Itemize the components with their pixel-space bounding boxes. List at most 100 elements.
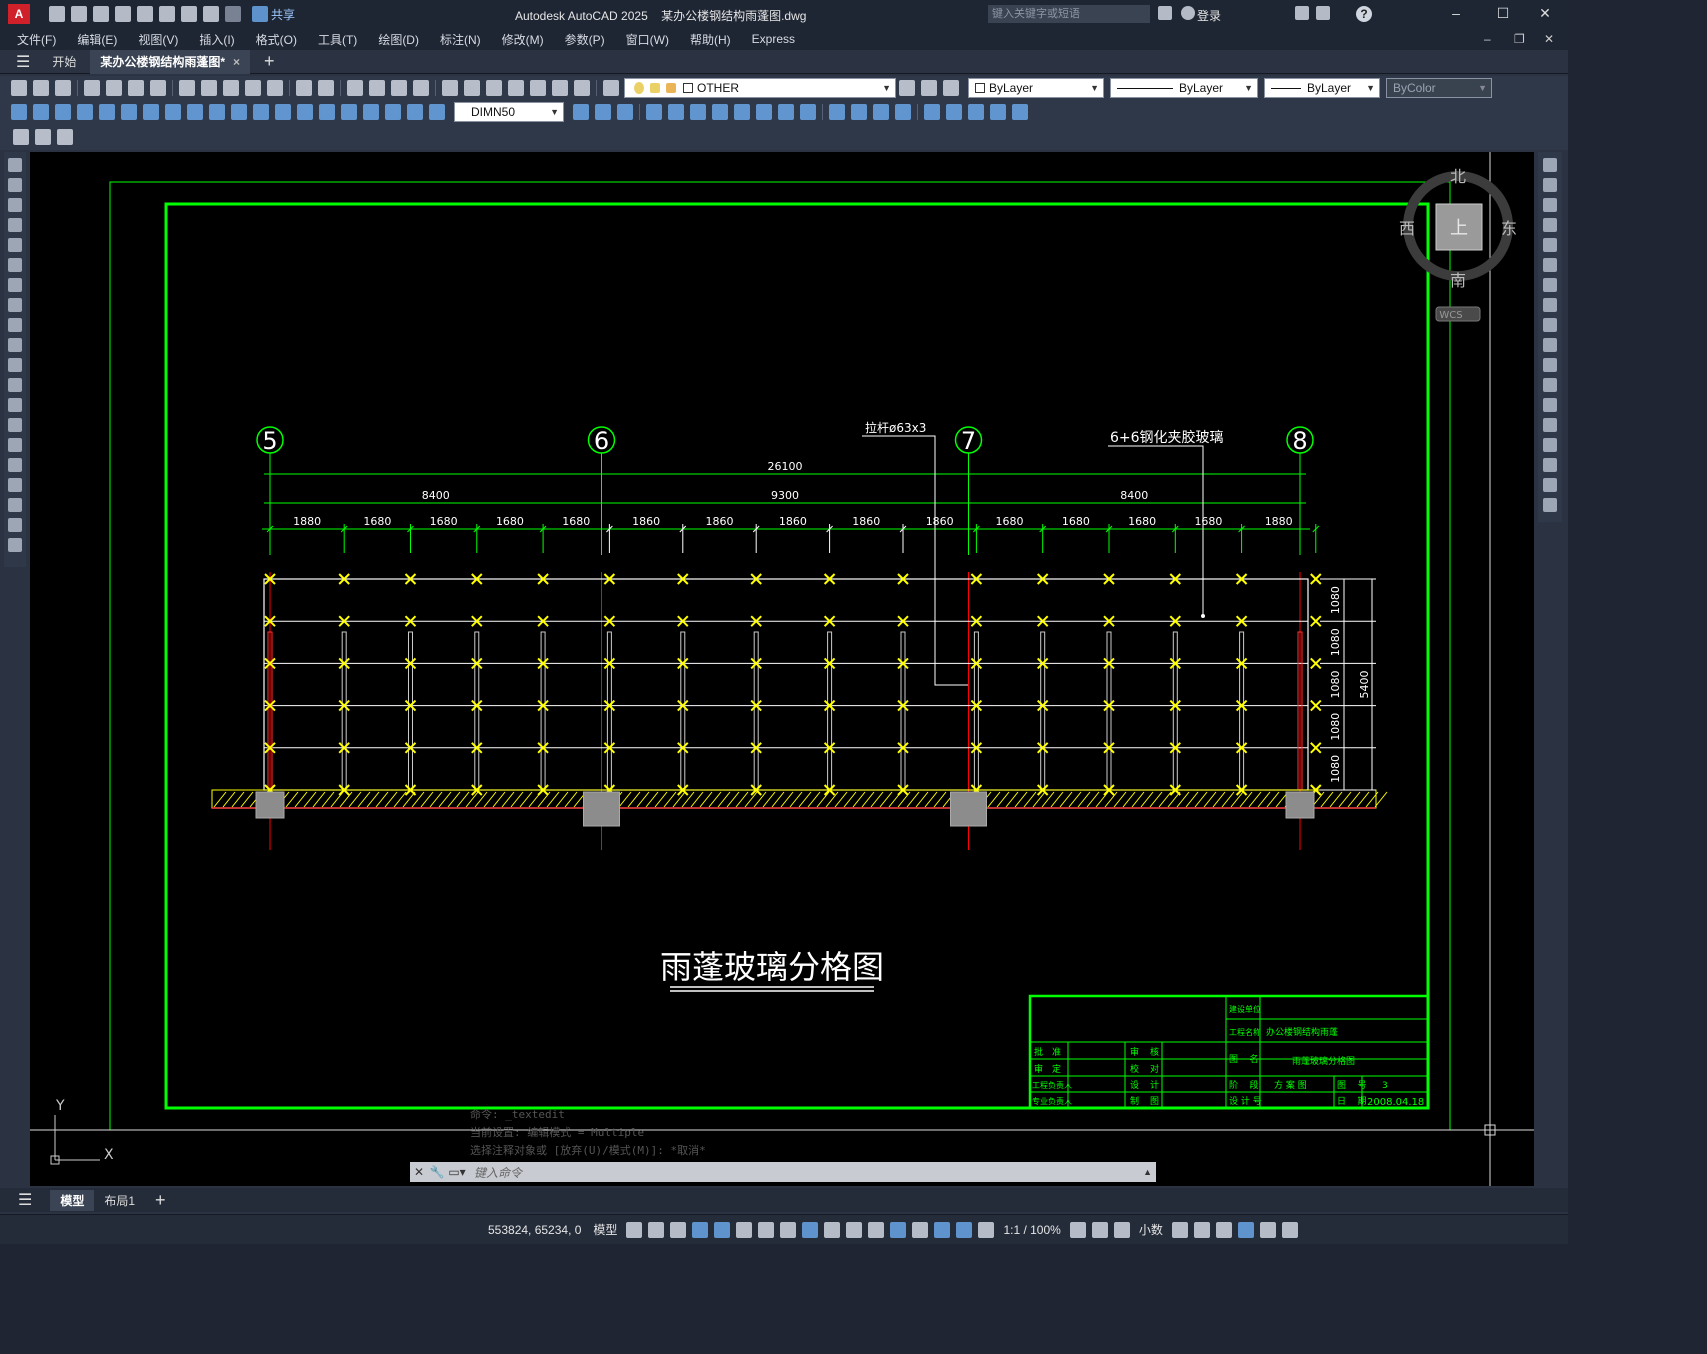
- menu-parametric[interactable]: 参数(P): [565, 31, 605, 48]
- construction-line-icon[interactable]: [8, 178, 22, 192]
- tab-model[interactable]: 模型: [50, 1189, 95, 1211]
- ortho-icon[interactable]: [714, 1221, 731, 1238]
- color-dropdown[interactable]: ByLayer ▼: [968, 78, 1104, 98]
- spline-icon[interactable]: [8, 318, 22, 332]
- plotstyle-dropdown[interactable]: ByColor ▼: [1386, 78, 1492, 98]
- dimstyle-dropdown[interactable]: DIMN50 ▼: [454, 102, 564, 122]
- matchprop-icon[interactable]: [245, 80, 261, 96]
- units-dropdown[interactable]: 小数: [1139, 1221, 1163, 1238]
- circle-icon[interactable]: [8, 278, 22, 292]
- extend-icon[interactable]: [1543, 358, 1557, 372]
- menu-draw[interactable]: 绘图(D): [378, 31, 419, 48]
- save-as-icon[interactable]: [115, 6, 131, 22]
- gradient-icon[interactable]: [8, 458, 22, 472]
- search-icon[interactable]: [1158, 6, 1172, 20]
- dynamic-ucs-icon[interactable]: [912, 1221, 929, 1238]
- trim-icon[interactable]: [1543, 338, 1557, 352]
- infer-constraints-icon[interactable]: [670, 1221, 687, 1238]
- open-icon[interactable]: [71, 6, 87, 22]
- selection-filter-icon[interactable]: [934, 1221, 951, 1238]
- line-icon[interactable]: [8, 158, 22, 172]
- dim-radius-icon[interactable]: [99, 104, 115, 120]
- copy-object-icon[interactable]: [1543, 178, 1557, 192]
- customize-command-icon[interactable]: 🔧: [428, 1165, 446, 1179]
- array-icon[interactable]: [1543, 238, 1557, 252]
- modify-scale-icon[interactable]: [734, 104, 750, 120]
- explode-icon[interactable]: [1543, 498, 1557, 512]
- redo-icon[interactable]: [318, 80, 334, 96]
- close-button[interactable]: ✕: [1522, 5, 1568, 22]
- doc-restore-button[interactable]: ❐: [1514, 32, 1525, 46]
- maximize-button[interactable]: ☐: [1480, 5, 1526, 22]
- close-tab-icon[interactable]: ×: [233, 55, 240, 69]
- menu-tools[interactable]: 工具(T): [318, 31, 357, 48]
- modify-join-icon[interactable]: [851, 104, 867, 120]
- 3dprint-icon[interactable]: [150, 80, 166, 96]
- menu-file[interactable]: 文件(F): [17, 31, 56, 48]
- grid-icon[interactable]: [626, 1221, 643, 1238]
- command-history-toggle-icon[interactable]: ▲: [1143, 1167, 1152, 1177]
- modify-fillet-icon[interactable]: [895, 104, 911, 120]
- 3d-osnap-icon[interactable]: [890, 1221, 907, 1238]
- dim-linear-icon[interactable]: [11, 104, 27, 120]
- modify-extend-icon[interactable]: [800, 104, 816, 120]
- layer-state-icon[interactable]: [943, 80, 959, 96]
- doc-minimize-button[interactable]: –: [1484, 32, 1491, 46]
- workspace-gear-icon[interactable]: [1069, 1221, 1086, 1238]
- zoom-realtime-icon[interactable]: [369, 80, 385, 96]
- paste-icon[interactable]: [223, 80, 239, 96]
- close-command-icon[interactable]: ✕: [410, 1165, 428, 1179]
- make-current-layer-icon[interactable]: [899, 80, 915, 96]
- hamburger-icon[interactable]: ☰: [16, 52, 30, 72]
- selection-cycling-icon[interactable]: [868, 1221, 885, 1238]
- command-prompt-icon[interactable]: ▭▾: [446, 1165, 468, 1179]
- modify-array-icon[interactable]: [668, 104, 684, 120]
- modify-move-icon[interactable]: [690, 104, 706, 120]
- table-icon[interactable]: [8, 498, 22, 512]
- annotation-visibility-icon[interactable]: [956, 1221, 973, 1238]
- viewcube-west[interactable]: 西: [1399, 219, 1415, 238]
- linetype-dropdown[interactable]: ByLayer ▼: [1110, 78, 1258, 98]
- make-block-icon[interactable]: [8, 398, 22, 412]
- customization-icon[interactable]: [1281, 1221, 1298, 1238]
- tab-layout1[interactable]: 布局1: [104, 1192, 135, 1209]
- layer-dropdown[interactable]: OTHER ▼: [624, 78, 896, 98]
- undo-icon[interactable]: [296, 80, 312, 96]
- dim-angular-icon[interactable]: [165, 104, 181, 120]
- modify-break-icon[interactable]: [829, 104, 845, 120]
- menu-dimension[interactable]: 标注(N): [440, 31, 481, 48]
- align-icon[interactable]: [1012, 104, 1028, 120]
- properties-icon[interactable]: [442, 80, 458, 96]
- app-menu-icon[interactable]: A: [8, 4, 30, 24]
- revcloud-icon[interactable]: [8, 298, 22, 312]
- undo-icon[interactable]: [203, 6, 219, 22]
- transparency-icon[interactable]: [846, 1221, 863, 1238]
- draworder-icon[interactable]: [946, 104, 962, 120]
- text-edit-icon[interactable]: [13, 129, 29, 145]
- text-style-icon[interactable]: [35, 129, 51, 145]
- menu-help[interactable]: 帮助(H): [690, 31, 731, 48]
- center-mark-icon[interactable]: [319, 104, 335, 120]
- share-icon[interactable]: [252, 6, 268, 22]
- jogged-linear-icon[interactable]: [363, 104, 379, 120]
- polyline-icon[interactable]: [8, 198, 22, 212]
- dim-ordinate-icon[interactable]: [77, 104, 93, 120]
- object-snap-icon[interactable]: [802, 1221, 819, 1238]
- quick-properties-icon[interactable]: [1171, 1221, 1188, 1238]
- modify-mirror-icon[interactable]: [617, 104, 633, 120]
- modify-offset-icon[interactable]: [646, 104, 662, 120]
- lineweight-dropdown[interactable]: ByLayer ▼: [1264, 78, 1380, 98]
- new-icon[interactable]: [49, 6, 65, 22]
- tool-palettes-icon[interactable]: [486, 80, 502, 96]
- scale-icon[interactable]: [1543, 298, 1557, 312]
- point-icon[interactable]: [8, 418, 22, 432]
- move-icon[interactable]: [1543, 258, 1557, 272]
- snap-icon[interactable]: [648, 1221, 665, 1238]
- help-button[interactable]: ?: [1356, 6, 1372, 22]
- dim-jogged-icon[interactable]: [121, 104, 137, 120]
- save-icon[interactable]: [55, 80, 71, 96]
- dim-break-icon[interactable]: [275, 104, 291, 120]
- dim-space-icon[interactable]: [253, 104, 269, 120]
- sheet-set-icon[interactable]: [508, 80, 524, 96]
- modify-erase-icon[interactable]: [573, 104, 589, 120]
